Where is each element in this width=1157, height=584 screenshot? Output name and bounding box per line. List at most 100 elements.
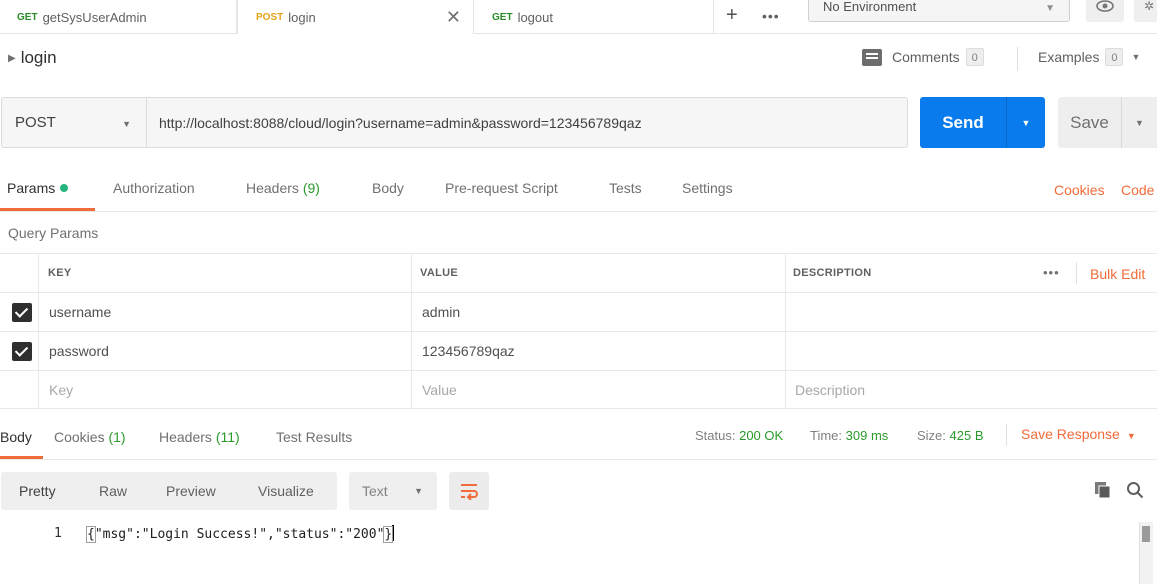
eye-icon[interactable] <box>1086 0 1124 22</box>
scrollbar[interactable] <box>1139 522 1153 584</box>
status-label: Status: <box>695 428 736 443</box>
checkbox-checked-icon[interactable] <box>12 342 32 361</box>
copy-icon[interactable] <box>1094 481 1112 499</box>
new-value-input[interactable]: Value <box>411 371 785 409</box>
comment-icon <box>862 48 882 66</box>
response-body-code: {"msg":"Login Success!","status":"200"} <box>86 525 395 543</box>
chevron-down-icon: ▼ <box>1126 431 1136 441</box>
more-icon[interactable]: ••• <box>1043 265 1060 280</box>
status-value: 200 OK <box>739 428 784 443</box>
param-value-cell[interactable]: admin <box>411 293 785 331</box>
comments-button[interactable]: Comments 0 <box>862 48 984 66</box>
key-header: KEY <box>38 254 411 292</box>
param-key-cell[interactable]: username <box>38 293 411 331</box>
examples-button[interactable]: Examples 0 ▼ <box>1038 48 1140 66</box>
format-preview[interactable]: Preview <box>166 483 216 499</box>
request-name[interactable]: ▶ login <box>8 48 57 68</box>
active-tab-underline <box>0 208 95 211</box>
time-readout: Time: 309 ms <box>810 428 888 443</box>
tab-method: GET <box>492 11 513 23</box>
more-icon[interactable]: ••• <box>762 8 780 24</box>
url-text: http://localhost:8088/cloud/login?userna… <box>159 114 642 131</box>
response-tab-body[interactable]: Body <box>0 429 32 445</box>
param-key-cell[interactable]: password <box>38 332 411 370</box>
response-headers-label: Headers <box>159 429 212 445</box>
send-button[interactable]: Send <box>920 97 1006 148</box>
response-tab-test-results[interactable]: Test Results <box>276 429 352 445</box>
format-pretty[interactable]: Pretty <box>19 483 56 499</box>
chevron-down-icon: ▼ <box>414 486 423 496</box>
tab-tests[interactable]: Tests <box>609 180 642 196</box>
response-cookies-label: Cookies <box>54 429 105 445</box>
chevron-down-icon: ▼ <box>122 119 131 129</box>
search-icon[interactable] <box>1126 481 1144 499</box>
response-tab-headers[interactable]: Headers (11) <box>159 429 240 445</box>
tab-settings[interactable]: Settings <box>682 180 733 196</box>
send-options-button[interactable]: ▼ <box>1006 97 1045 148</box>
plus-icon[interactable]: + <box>726 4 738 27</box>
tab-label: getSysUserAdmin <box>42 9 147 25</box>
method-select[interactable]: POST ▼ <box>1 97 146 148</box>
bulk-edit-link[interactable]: Bulk Edit <box>1090 266 1145 282</box>
response-tab-cookies[interactable]: Cookies (1) <box>54 429 126 445</box>
active-indicator <box>60 184 69 192</box>
format-toggle-group: Pretty Raw Preview Visualize <box>1 472 337 510</box>
format-visualize[interactable]: Visualize <box>258 483 314 499</box>
param-description-cell[interactable] <box>785 332 1157 370</box>
time-label: Time: <box>810 428 843 443</box>
checkbox-checked-icon[interactable] <box>12 303 32 322</box>
tab-method: GET <box>17 11 38 23</box>
param-description-cell[interactable] <box>785 293 1157 331</box>
text-cursor <box>392 525 395 541</box>
tab-headers-label: Headers <box>246 180 299 196</box>
settings-icon[interactable]: ✲ <box>1134 0 1157 22</box>
url-input[interactable]: http://localhost:8088/cloud/login?userna… <box>146 97 908 148</box>
new-description-input[interactable]: Description <box>785 371 1157 409</box>
close-icon[interactable]: ✕ <box>446 7 461 28</box>
save-options-button[interactable]: ▼ <box>1121 97 1157 148</box>
tab-params-label: Params <box>7 180 56 196</box>
tab-body[interactable]: Body <box>372 180 404 196</box>
query-params-label: Query Params <box>8 225 99 241</box>
response-type-select[interactable]: Text ▼ <box>349 472 437 510</box>
divider <box>1017 47 1018 71</box>
table-row-new: Key Value Description <box>0 370 1157 409</box>
headers-count: (9) <box>302 180 320 196</box>
comments-label: Comments <box>892 49 960 65</box>
tab-getsysuseradmin[interactable]: GET getSysUserAdmin <box>0 0 237 34</box>
format-raw[interactable]: Raw <box>99 483 127 499</box>
divider <box>1076 262 1077 284</box>
close-brace: } <box>383 526 394 543</box>
tab-prerequest-script[interactable]: Pre-request Script <box>445 180 558 196</box>
tab-headers[interactable]: Headers (9) <box>246 180 320 196</box>
environment-select[interactable]: No Environment ▼ <box>808 0 1070 22</box>
response-tabs: Body Cookies (1) Headers (11) Test Resul… <box>0 412 1157 460</box>
table-row: password 123456789qaz <box>0 331 1157 370</box>
tab-logout[interactable]: GET logout <box>474 0 714 34</box>
code-link[interactable]: Code <box>1121 182 1154 198</box>
response-body-editor[interactable]: 1 {"msg":"Login Success!","status":"200"… <box>0 522 1157 584</box>
response-type-label: Text <box>362 483 388 499</box>
save-button[interactable]: Save <box>1058 97 1121 148</box>
chevron-down-icon: ▼ <box>1021 117 1031 128</box>
response-headers-count: (11) <box>215 429 240 445</box>
tab-method: POST <box>256 11 284 23</box>
tab-login[interactable]: POST login ✕ <box>237 0 474 34</box>
request-tabs: Params Authorization Headers (9) Body Pr… <box>0 168 1157 212</box>
scrollbar-thumb[interactable] <box>1142 526 1150 542</box>
expand-icon: ▶ <box>8 52 16 64</box>
comments-count: 0 <box>965 48 984 66</box>
wrap-lines-icon[interactable] <box>449 472 489 510</box>
response-body-text: "msg":"Login Success!","status":"200" <box>94 527 385 542</box>
tab-authorization[interactable]: Authorization <box>113 180 195 196</box>
save-response-button[interactable]: Save Response ▼ <box>1021 426 1136 442</box>
divider <box>1006 424 1007 446</box>
chevron-down-icon: ▼ <box>1131 52 1141 62</box>
method-label: POST <box>15 114 56 131</box>
environment-label: No Environment <box>823 0 917 14</box>
tab-label: login <box>288 9 316 25</box>
new-key-input[interactable]: Key <box>38 371 411 409</box>
tab-params[interactable]: Params <box>7 180 69 196</box>
param-value-cell[interactable]: 123456789qaz <box>411 332 785 370</box>
cookies-link[interactable]: Cookies <box>1054 182 1105 198</box>
